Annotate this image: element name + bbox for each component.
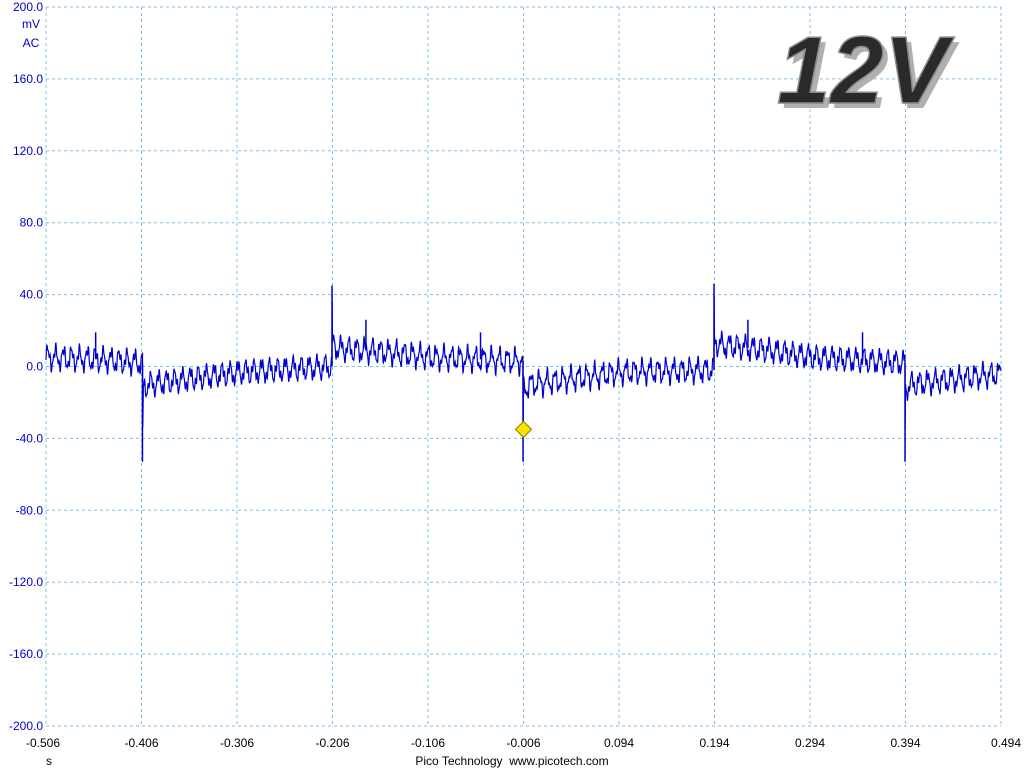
y-tick-label: 0.0 (26, 360, 43, 374)
voltage-watermark: 12V (777, 17, 955, 124)
x-tick-label: 0.494 (991, 736, 1021, 750)
x-tick-label: 0.394 (890, 736, 920, 750)
y-tick-label: -200.0 (9, 719, 43, 733)
y-tick-label: -40.0 (16, 431, 44, 445)
y-unit-label: mV (22, 17, 40, 31)
x-tick-label: -0.006 (506, 736, 540, 750)
trigger-marker[interactable] (514, 420, 533, 439)
x-tick-label: 0.194 (699, 736, 729, 750)
x-tick-label: 0.094 (604, 736, 634, 750)
y-tick-label: 120.0 (13, 144, 43, 158)
coupling-label: AC (23, 36, 40, 50)
trigger-marker-layer (514, 420, 533, 439)
footer-credit: Pico Technology www.picotech.com (415, 754, 608, 768)
x-axis-ticks: -0.506 -0.406 -0.306 -0.206 -0.106 -0.006 0.09… (26, 736, 1021, 750)
x-tick-label: -0.206 (315, 736, 349, 750)
y-tick-label: 40.0 (20, 288, 44, 302)
y-tick-label: 200.0 (13, 0, 43, 14)
y-tick-label: -160.0 (9, 647, 43, 661)
x-tick-label: -0.106 (411, 736, 445, 750)
x-tick-label: -0.406 (124, 736, 158, 750)
y-axis-ticks: 200.0 160.0 120.0 80.0 40.0 0.0 -40.0 -80.0 -120… (9, 0, 43, 733)
y-tick-label: -80.0 (16, 503, 44, 517)
x-unit-label: s (46, 754, 52, 768)
x-tick-label: -0.306 (220, 736, 254, 750)
y-tick-label: 160.0 (13, 72, 43, 86)
x-tick-label: -0.506 (26, 736, 60, 750)
oscilloscope-chart: 200.0 160.0 120.0 80.0 40.0 0.0 -40.0 -80.0 -120… (9, 0, 1021, 768)
y-tick-label: 80.0 (20, 216, 44, 230)
x-tick-label: 0.294 (795, 736, 825, 750)
y-tick-label: -120.0 (9, 575, 43, 589)
